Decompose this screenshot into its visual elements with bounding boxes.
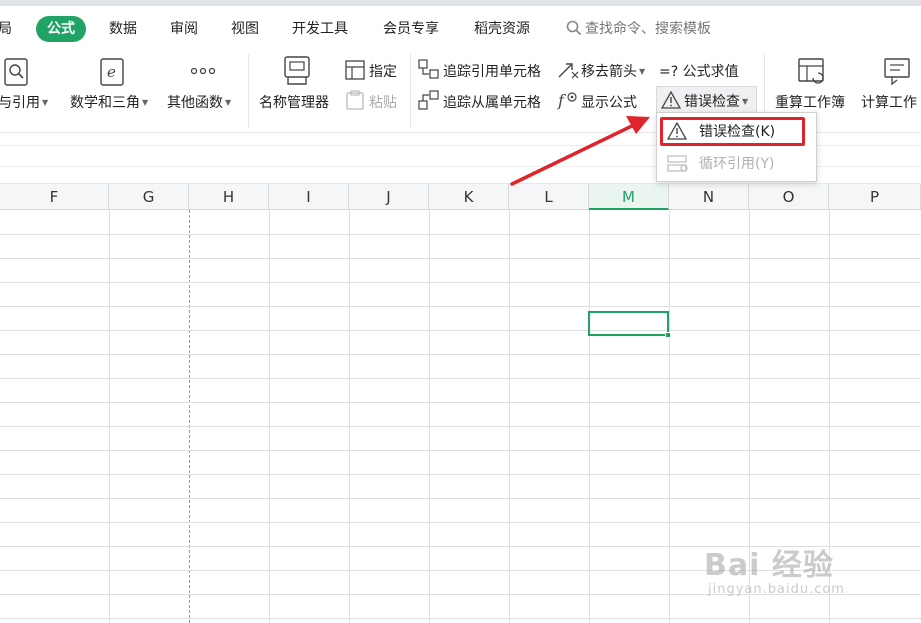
row-gridline	[0, 402, 921, 403]
show-formulas-icon: f	[557, 91, 577, 110]
search-placeholder: 查找命令、搜索模板	[585, 21, 711, 37]
tab-member[interactable]: 会员专享	[383, 16, 439, 42]
column-header[interactable]: G	[109, 184, 189, 210]
search-box[interactable]: 查找命令、搜索模板	[566, 16, 711, 42]
column-header[interactable]: I	[269, 184, 349, 210]
row-gridline	[0, 306, 921, 307]
tab-view[interactable]: 视图	[231, 16, 259, 42]
row-gridline	[0, 618, 921, 619]
recalc-workbook-icon	[798, 58, 824, 84]
calc-sheet-icon	[884, 58, 910, 86]
trace-dependents-icon	[418, 90, 439, 110]
lookup-label: 与引用	[0, 95, 40, 111]
recalc-workbook-label: 重算工作簿	[775, 95, 845, 111]
highlight-box	[660, 117, 805, 146]
other-functions-label: 其他函数	[167, 95, 223, 111]
row-gridline	[0, 498, 921, 499]
calc-sheet-label: 计算工作	[861, 95, 917, 111]
column-gridline	[429, 210, 430, 623]
menu-bar: 局 公式 数据 审阅 视图 开发工具 会员专享 稻壳资源 查找命令、搜索模板	[0, 6, 921, 50]
remove-arrows-label: 移去箭头	[581, 64, 637, 80]
svg-text:f: f	[557, 91, 567, 110]
column-header[interactable]: F	[0, 184, 109, 210]
show-formulas-label: 显示公式	[581, 95, 637, 111]
column-header[interactable]: K	[429, 184, 509, 210]
watermark-url: jingyan.baidu.com	[708, 582, 845, 597]
column-header[interactable]: J	[349, 184, 429, 210]
column-gridline	[589, 210, 590, 623]
column-header[interactable]: L	[509, 184, 589, 210]
menu-item-circular-ref[interactable]: 循环引用(Y)	[657, 150, 816, 178]
tab-page-layout[interactable]: 局	[0, 16, 12, 42]
column-gridline	[669, 210, 670, 623]
tab-docer[interactable]: 稻壳资源	[474, 16, 530, 42]
row-gridline	[0, 474, 921, 475]
remove-arrows-icon	[558, 63, 579, 79]
trace-precedents-icon	[418, 59, 439, 79]
watermark: Bai 经验 jingyan.baidu.com	[704, 540, 844, 597]
warning-icon	[661, 91, 681, 109]
column-gridline	[269, 210, 270, 623]
watermark-brand: Bai 经验	[704, 548, 834, 583]
trace-precedents-label: 追踪引用单元格	[443, 64, 541, 80]
name-manager-label: 名称管理器	[259, 95, 329, 111]
more-dots-icon	[190, 67, 216, 75]
trace-dependents-label: 追踪从属单元格	[443, 95, 541, 111]
evaluate-formula-label: 公式求值	[682, 64, 739, 80]
row-gridline	[0, 282, 921, 283]
math-icon: e	[100, 58, 124, 86]
column-header[interactable]: O	[749, 184, 829, 210]
svg-text:e: e	[107, 63, 116, 81]
search-icon	[566, 20, 582, 36]
error-check-label: 错误检查	[684, 94, 740, 110]
row-gridline	[0, 234, 921, 235]
define-name-label: 指定	[369, 64, 397, 80]
column-gridline	[189, 210, 190, 623]
tab-developer[interactable]: 开发工具	[292, 16, 348, 42]
column-header-selected[interactable]: M	[589, 184, 669, 210]
fill-handle[interactable]	[665, 332, 671, 338]
row-gridline	[0, 354, 921, 355]
lookup-icon	[4, 58, 28, 86]
menu-item-circular-ref-label: 循环引用(Y)	[699, 156, 775, 172]
column-header[interactable]: P	[829, 184, 921, 210]
column-header-row: F G H I J K L M N O P	[0, 184, 921, 210]
column-header[interactable]: N	[669, 184, 749, 210]
row-gridline	[0, 330, 921, 331]
define-name-icon	[345, 60, 365, 80]
math-label: 数学和三角	[70, 95, 140, 111]
tab-review[interactable]: 审阅	[170, 16, 198, 42]
active-cell[interactable]	[588, 311, 671, 338]
row-gridline	[0, 426, 921, 427]
tab-data[interactable]: 数据	[109, 16, 137, 42]
tab-formulas[interactable]: 公式	[36, 16, 86, 42]
ribbon-divider	[248, 54, 249, 128]
circular-reference-icon	[667, 155, 688, 172]
name-manager-icon	[284, 56, 310, 85]
paste-name-label: 粘贴	[369, 95, 397, 111]
evaluate-icon: =?	[659, 64, 679, 80]
row-gridline	[0, 522, 921, 523]
paste-icon	[346, 90, 364, 110]
row-gridline	[0, 378, 921, 379]
column-gridline	[509, 210, 510, 623]
column-gridline	[349, 210, 350, 623]
ribbon-divider	[410, 54, 411, 128]
column-gridline	[109, 210, 110, 623]
column-header[interactable]: H	[189, 184, 269, 210]
row-gridline	[0, 450, 921, 451]
row-gridline	[0, 258, 921, 259]
error-check-button[interactable]: 错误检查 ▼	[656, 86, 757, 114]
